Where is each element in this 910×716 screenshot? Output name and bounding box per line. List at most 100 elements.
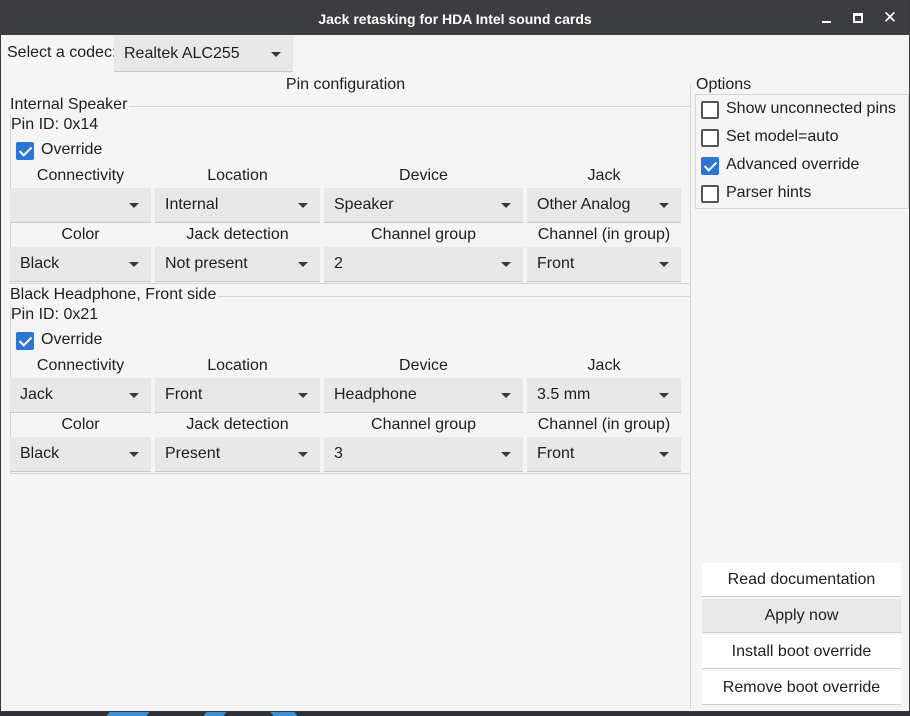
chevron-down-icon — [129, 452, 139, 457]
header-channel-group: Channel group — [371, 416, 476, 433]
window-title: Jack retasking for HDA Intel sound cards — [318, 11, 592, 27]
advanced-override-checkbox[interactable] — [701, 157, 719, 175]
device-select[interactable]: Speaker — [324, 188, 523, 223]
chevron-down-icon — [659, 262, 669, 267]
location-select[interactable]: Front — [155, 378, 320, 413]
set-model-auto-label: Set model=auto — [726, 128, 839, 145]
remove-boot-override-button[interactable]: Remove boot override — [702, 671, 901, 705]
chevron-down-icon — [298, 203, 308, 208]
close-button[interactable]: ✕ — [881, 9, 899, 27]
pin-name: Internal Speaker — [8, 96, 130, 114]
chevron-down-icon — [501, 203, 511, 208]
channel-in-group-value: Front — [537, 445, 575, 462]
chevron-down-icon — [501, 262, 511, 267]
parser-hints-label: Parser hints — [726, 184, 812, 201]
codec-select[interactable]: Realtek ALC255 — [114, 36, 293, 72]
set-model-auto-checkbox[interactable] — [701, 129, 719, 147]
channel-group-value: 2 — [334, 255, 343, 272]
show-unconnected-pins-label: Show unconnected pins — [726, 100, 896, 117]
maximize-icon — [853, 13, 863, 23]
channel-group-select[interactable]: 3 — [324, 437, 523, 472]
color-value: Black — [20, 445, 60, 462]
header-location: Location — [207, 167, 268, 184]
header-jack-detection: Jack detection — [186, 226, 289, 243]
jack-select[interactable]: 3.5 mm — [527, 378, 681, 413]
chevron-down-icon — [298, 262, 308, 267]
header-device: Device — [399, 357, 448, 374]
device-value: Speaker — [334, 196, 394, 213]
app-window: Jack retasking for HDA Intel sound cards… — [0, 0, 910, 712]
jack-value: 3.5 mm — [537, 386, 591, 403]
chevron-down-icon — [271, 52, 281, 57]
location-select[interactable]: Internal — [155, 188, 320, 223]
parser-hints-checkbox[interactable] — [701, 185, 719, 203]
header-channel-in-group: Channel (in group) — [537, 226, 671, 243]
desktop-background-stripe — [270, 712, 298, 716]
pin-name: Black Headphone, Front side — [8, 286, 219, 304]
connectivity-select[interactable] — [10, 188, 151, 223]
jack-select[interactable]: Other Analog — [527, 188, 681, 223]
header-jack-detection: Jack detection — [186, 416, 289, 433]
header-channel-in-group: Channel (in group) — [537, 416, 671, 433]
device-select[interactable]: Headphone — [324, 378, 523, 413]
chevron-down-icon — [659, 393, 669, 398]
device-value: Headphone — [334, 386, 417, 403]
maximize-button[interactable] — [849, 9, 867, 27]
close-icon: ✕ — [882, 8, 898, 27]
override-label: Override — [41, 331, 103, 348]
minimize-button[interactable] — [817, 9, 835, 27]
chevron-down-icon — [129, 393, 139, 398]
jack-value: Other Analog — [537, 196, 631, 213]
header-color: Color — [61, 226, 100, 243]
advanced-override-label: Advanced override — [726, 156, 860, 173]
channel-group-value: 3 — [334, 445, 343, 462]
channel-in-group-select[interactable]: Front — [527, 437, 681, 472]
connectivity-value: Jack — [20, 386, 53, 403]
header-device: Device — [399, 167, 448, 184]
connectivity-select[interactable]: Jack — [10, 378, 151, 413]
header-connectivity: Connectivity — [36, 357, 125, 374]
title-bar[interactable]: Jack retasking for HDA Intel sound cards… — [1, 1, 909, 35]
jack-detection-value: Not present — [165, 255, 248, 272]
chevron-down-icon — [659, 203, 669, 208]
jack-detection-select[interactable]: Not present — [155, 247, 320, 282]
apply-now-button[interactable]: Apply now — [702, 599, 901, 633]
header-jack: Jack — [587, 167, 621, 184]
header-connectivity: Connectivity — [36, 167, 125, 184]
pin-config-title: Pin configuration — [1, 76, 690, 94]
override-label: Override — [41, 141, 103, 158]
show-unconnected-pins-checkbox[interactable] — [701, 101, 719, 119]
read-documentation-button[interactable]: Read documentation — [702, 563, 901, 597]
minimize-icon — [821, 21, 831, 23]
chevron-down-icon — [501, 452, 511, 457]
override-checkbox[interactable] — [16, 142, 34, 160]
codec-label: Select a codec: — [7, 44, 117, 61]
channel-in-group-select[interactable]: Front — [527, 247, 681, 282]
pin-id: Pin ID: 0x21 — [11, 306, 99, 323]
override-checkbox[interactable] — [16, 332, 34, 350]
color-select[interactable]: Black — [10, 437, 151, 472]
color-value: Black — [20, 255, 60, 272]
jack-detection-value: Present — [165, 445, 221, 462]
chevron-down-icon — [129, 203, 139, 208]
header-jack: Jack — [587, 357, 621, 374]
chevron-down-icon — [298, 393, 308, 398]
desktop-background-stripe — [203, 712, 227, 716]
channel-group-select[interactable]: 2 — [324, 247, 523, 282]
chevron-down-icon — [298, 452, 308, 457]
install-boot-override-button[interactable]: Install boot override — [702, 635, 901, 669]
codec-select-value: Realtek ALC255 — [124, 45, 240, 62]
chevron-down-icon — [129, 262, 139, 267]
header-location: Location — [207, 357, 268, 374]
chevron-down-icon — [659, 452, 669, 457]
location-value: Front — [165, 386, 203, 403]
header-color: Color — [61, 416, 100, 433]
jack-detection-select[interactable]: Present — [155, 437, 320, 472]
channel-in-group-value: Front — [537, 255, 575, 272]
header-channel-group: Channel group — [371, 226, 476, 243]
color-select[interactable]: Black — [10, 247, 151, 282]
location-value: Internal — [165, 196, 219, 213]
chevron-down-icon — [501, 393, 511, 398]
pin-id: Pin ID: 0x14 — [11, 116, 99, 133]
desktop-background-stripe — [106, 712, 150, 716]
